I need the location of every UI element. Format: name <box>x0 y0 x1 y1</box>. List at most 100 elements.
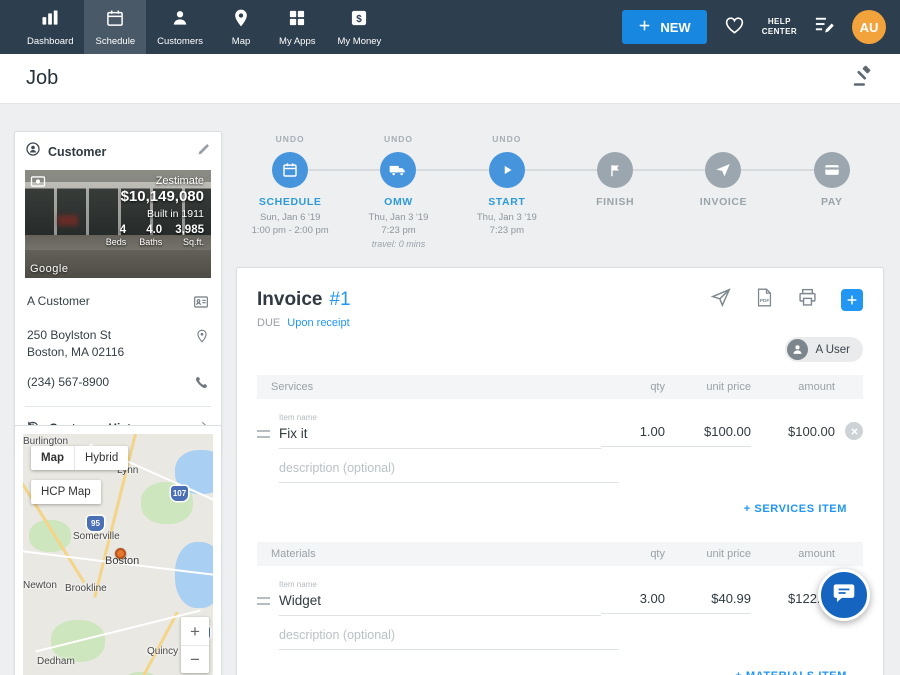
phone-icon[interactable] <box>189 374 209 395</box>
edit-pencil-icon[interactable] <box>196 142 211 162</box>
add-services-item-link[interactable]: + SERVICES ITEM <box>744 503 847 515</box>
baths-value: 4.0 <box>139 224 162 236</box>
map-label-newton: Newton <box>23 580 57 591</box>
nav-label: Customers <box>157 36 203 47</box>
step-invoice: INVOICE <box>669 134 777 250</box>
qty-column-header: qty <box>601 381 665 393</box>
add-invoice-item-button[interactable] <box>841 289 863 311</box>
customer-card-title: Customer <box>48 145 189 159</box>
nav-item-schedule[interactable]: Schedule <box>84 0 146 54</box>
step-omw: UNDO OMW Thu, Jan 3 '197:23 pmtravel: 0 … <box>344 134 452 250</box>
customer-address-row[interactable]: 250 Boylston StBoston, MA 02116 <box>25 322 211 369</box>
step-pay: PAY <box>778 134 886 250</box>
map-label-quincy: Quincy <box>147 646 178 657</box>
step-label: PAY <box>778 196 886 208</box>
drag-handle[interactable] <box>257 580 279 605</box>
money-icon: $ <box>349 8 369 33</box>
street-view-icon <box>30 175 46 193</box>
material-unit-price-input[interactable] <box>665 591 751 614</box>
user-avatar[interactable]: AU <box>852 10 886 44</box>
route-shield-107: 107 <box>171 486 188 501</box>
contact-card-icon[interactable] <box>189 293 209 315</box>
service-item-name-input[interactable] <box>279 422 601 449</box>
service-qty-input[interactable] <box>601 424 665 447</box>
plus-icon <box>638 19 651 35</box>
content: Customer Zestimate $10,149,080 Built in … <box>0 104 900 675</box>
map-highway <box>23 455 86 584</box>
step-label: OMW <box>344 196 452 208</box>
unit-price-column-header: unit price <box>665 548 751 560</box>
nav-item-my-apps[interactable]: My Apps <box>268 0 326 54</box>
service-item-row: Item name $100.00 <box>237 399 883 449</box>
job-tools-icon[interactable] <box>851 65 874 93</box>
pay-step-icon[interactable] <box>814 152 850 188</box>
item-name-label: Item name <box>279 580 601 589</box>
invoice-step-icon[interactable] <box>705 152 741 188</box>
customer-phone-row[interactable]: (234) 567-8900 <box>25 369 211 402</box>
beds-value: 4 <box>106 224 127 236</box>
svg-text:PDF: PDF <box>760 298 770 304</box>
step-date: Sun, Jan 6 '191:00 pm - 2:00 pm <box>236 211 344 238</box>
chat-widget-button[interactable] <box>818 569 870 621</box>
sqft-label: Sq.ft. <box>175 237 204 247</box>
finish-step-icon[interactable] <box>597 152 633 188</box>
nav-label: My Apps <box>279 36 315 47</box>
service-description-input[interactable] <box>279 457 619 483</box>
new-button-label: NEW <box>660 20 690 35</box>
nav-item-map[interactable]: Map <box>214 0 268 54</box>
map-pin-icon[interactable] <box>189 327 209 349</box>
new-button[interactable]: NEW <box>622 10 706 44</box>
material-item-name-input[interactable] <box>279 589 601 616</box>
add-materials-item-link[interactable]: + MATERIALS ITEM <box>735 670 847 675</box>
nav-label: Dashboard <box>27 36 73 47</box>
map-label-dedham: Dedham <box>37 656 75 667</box>
schedule-step-icon[interactable] <box>272 152 308 188</box>
undo-omw-button[interactable]: UNDO <box>344 134 452 147</box>
due-value-link[interactable]: Upon receipt <box>287 317 349 329</box>
sqft-value: 3,985 <box>175 224 204 236</box>
map-canvas[interactable]: Burlington Lynn Somerville Boston Newton… <box>23 434 213 675</box>
pdf-icon[interactable]: PDF <box>755 287 774 313</box>
property-photo[interactable]: Zestimate $10,149,080 Built in 1911 4Bed… <box>25 170 211 278</box>
undo-schedule-button[interactable]: UNDO <box>236 134 344 147</box>
invoice-card: Invoice #1 PDF DUE Upon receipt <box>236 267 884 675</box>
zoom-out-button[interactable]: − <box>181 645 209 673</box>
heart-icon[interactable] <box>723 13 746 41</box>
customer-name-row[interactable]: A Customer <box>25 288 211 322</box>
map-card: Burlington Lynn Somerville Boston Newton… <box>14 425 222 675</box>
job-progress-stepper: UNDO SCHEDULE Sun, Jan 6 '191:00 pm - 2:… <box>236 134 886 250</box>
send-invoice-icon[interactable] <box>710 286 732 313</box>
page-title: Job <box>26 67 58 90</box>
help-center-link[interactable]: HELP CENTER <box>762 17 797 38</box>
hcp-map-button[interactable]: HCP Map <box>31 480 101 504</box>
nav-item-my-money[interactable]: $ My Money <box>326 0 392 54</box>
item-name-label: Item name <box>279 413 601 422</box>
customer-card-header: Customer <box>15 132 221 170</box>
assignee-chip[interactable]: A User <box>785 337 863 362</box>
invoice-number: #1 <box>329 289 350 311</box>
activity-feed-icon[interactable] <box>813 13 836 41</box>
material-item-row: Item name $122.97 <box>237 566 883 616</box>
zoom-in-button[interactable]: + <box>181 617 209 645</box>
material-description-input[interactable] <box>279 624 619 650</box>
map-type-map-button[interactable]: Map <box>31 446 74 470</box>
undo-start-button[interactable]: UNDO <box>453 134 561 147</box>
drag-handle[interactable] <box>257 413 279 438</box>
job-location-marker[interactable] <box>115 548 126 559</box>
step-schedule: UNDO SCHEDULE Sun, Jan 6 '191:00 pm - 2:… <box>236 134 344 250</box>
nav-item-customers[interactable]: Customers <box>146 0 214 54</box>
help-line2: CENTER <box>762 27 797 37</box>
remove-item-button[interactable] <box>845 422 863 440</box>
print-icon[interactable] <box>797 287 818 313</box>
service-unit-price-input[interactable] <box>665 424 751 447</box>
map-label-somerville: Somerville <box>73 531 120 542</box>
material-qty-input[interactable] <box>601 591 665 614</box>
calendar-icon <box>105 8 125 33</box>
due-row: DUE Upon receipt <box>257 317 863 329</box>
chat-icon <box>831 580 857 611</box>
omw-step-icon[interactable] <box>380 152 416 188</box>
nav-item-dashboard[interactable]: Dashboard <box>16 0 84 54</box>
start-step-icon[interactable] <box>489 152 525 188</box>
map-type-hybrid-button[interactable]: Hybrid <box>74 446 128 470</box>
hcp-map-control: HCP Map <box>31 480 101 504</box>
